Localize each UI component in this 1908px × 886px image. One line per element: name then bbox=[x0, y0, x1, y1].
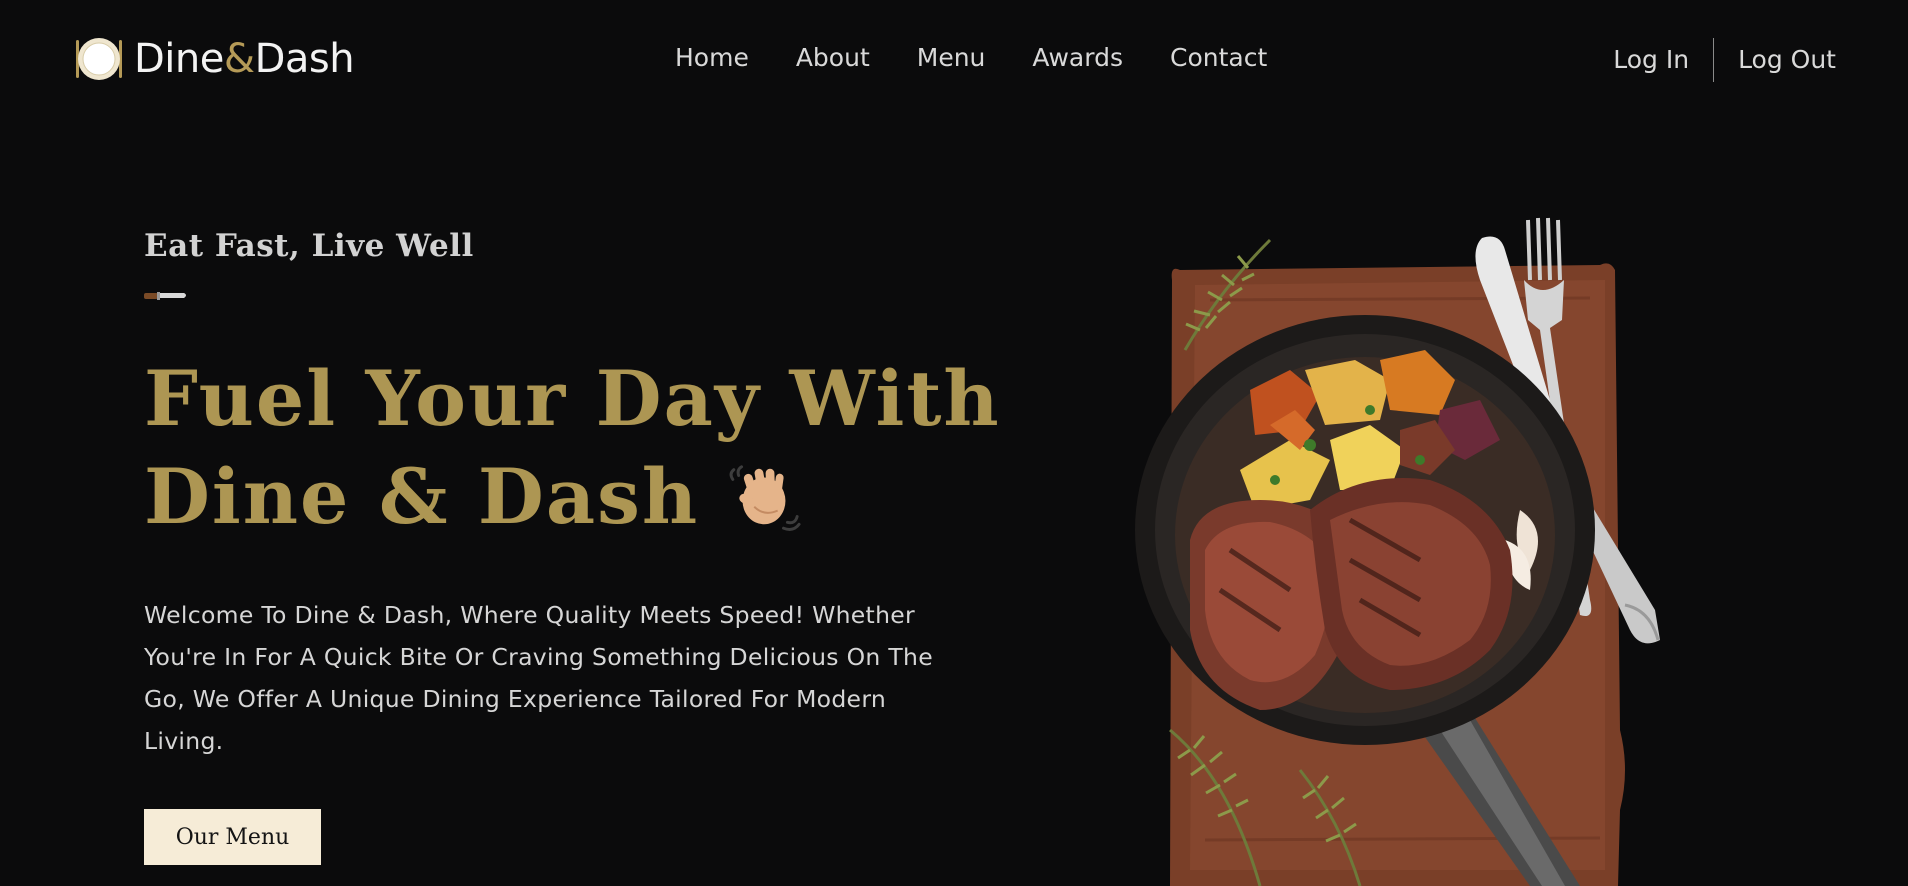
main-menu: Home About Menu Awards Contact bbox=[675, 38, 1267, 78]
waving-hand-icon bbox=[729, 465, 801, 531]
brand-name-part2: Dash bbox=[254, 36, 355, 82]
our-menu-button[interactable]: Our Menu bbox=[144, 809, 321, 865]
brand-name: Dine&Dash bbox=[134, 33, 355, 85]
nav-link-contact[interactable]: Contact bbox=[1170, 38, 1267, 78]
top-navigation: Dine&Dash Home About Menu Awards Contact… bbox=[0, 0, 1908, 118]
headline-line-2: Dine & Dash bbox=[144, 448, 1001, 546]
headline-line-1: Fuel Your Day With bbox=[144, 354, 1001, 443]
hero-intro-text: Welcome To Dine & Dash, Where Quality Me… bbox=[144, 601, 933, 755]
steak-skillet-image bbox=[1135, 217, 1660, 886]
hero-headline: Fuel Your Day With Dine & Dash bbox=[144, 350, 1001, 546]
nav-link-home[interactable]: Home bbox=[675, 38, 749, 78]
nav-link-about[interactable]: About bbox=[796, 38, 870, 78]
logout-link[interactable]: Log Out bbox=[1738, 40, 1836, 80]
login-link[interactable]: Log In bbox=[1613, 40, 1689, 80]
headline-line-2-text: Dine & Dash bbox=[144, 452, 700, 541]
knife-icon bbox=[144, 292, 186, 300]
brand-name-amp: & bbox=[223, 36, 255, 82]
nav-link-menu[interactable]: Menu bbox=[917, 38, 986, 78]
brand-name-part1: Dine bbox=[134, 36, 224, 82]
auth-links: Log In Log Out bbox=[1613, 38, 1836, 82]
plate-icon bbox=[76, 38, 122, 80]
nav-link-awards[interactable]: Awards bbox=[1032, 38, 1123, 78]
brand-logo[interactable]: Dine&Dash bbox=[74, 33, 355, 85]
hero-tagline: Eat Fast, Live Well bbox=[144, 228, 474, 264]
auth-divider bbox=[1713, 38, 1715, 82]
